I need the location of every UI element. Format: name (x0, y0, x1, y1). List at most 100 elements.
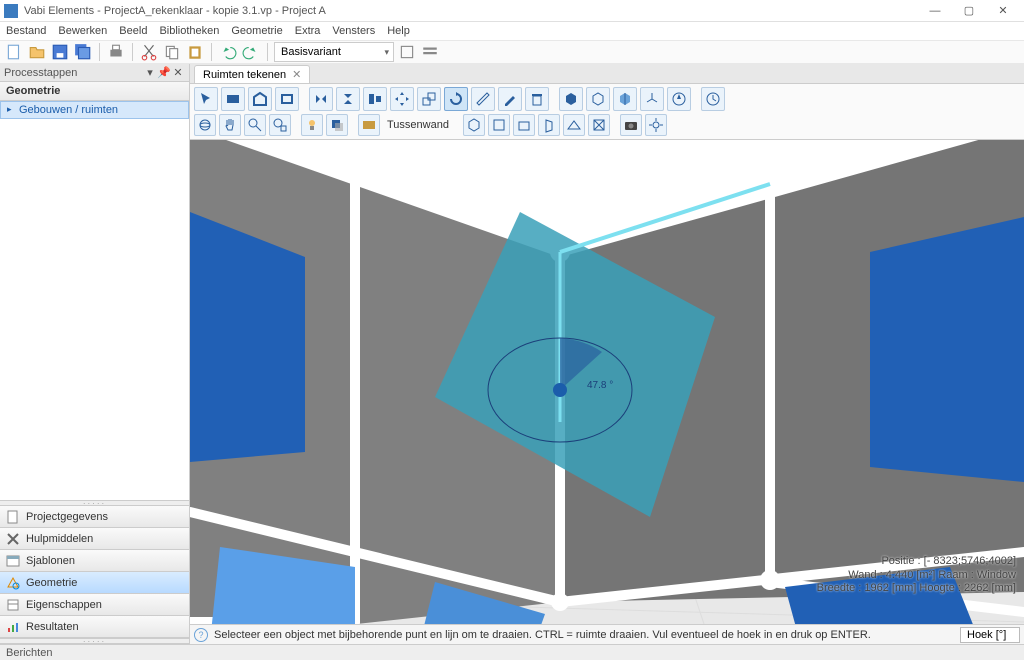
menubar: Bestand Bewerken Beeld Bibliotheken Geom… (0, 22, 1024, 40)
minimize-button[interactable]: ― (918, 0, 952, 22)
wall-tool-icon[interactable] (221, 87, 245, 111)
undo-icon[interactable] (218, 42, 238, 62)
axes-icon[interactable] (640, 87, 664, 111)
orbit-icon[interactable] (194, 114, 216, 136)
cube-wire-icon[interactable] (586, 87, 610, 111)
print-icon[interactable] (106, 42, 126, 62)
nav-resultaten[interactable]: Resultaten (0, 616, 189, 638)
move-icon[interactable] (390, 87, 414, 111)
view-iso-icon[interactable] (463, 114, 485, 136)
bottom-bar: Berichten (0, 644, 1024, 660)
help-icon[interactable]: ? (194, 628, 208, 642)
rotate-icon[interactable] (444, 87, 468, 111)
close-button[interactable]: ✕ (986, 0, 1020, 22)
panel-header: Processtappen ▾ 📌 ✕ (0, 64, 189, 82)
save-icon[interactable] (50, 42, 70, 62)
nav-hulpmiddelen[interactable]: Hulpmiddelen (0, 528, 189, 550)
saveall-icon[interactable] (73, 42, 93, 62)
zoom-icon[interactable] (244, 114, 266, 136)
results-icon (6, 620, 20, 634)
camera-icon[interactable] (620, 114, 642, 136)
viewport-3d[interactable]: 47.8 ° Positie : [- 8323;5746;4002] Wand… (190, 140, 1024, 624)
tab-ruimten-tekenen[interactable]: Ruimten tekenen ✕ (194, 65, 310, 83)
paste-icon[interactable] (185, 42, 205, 62)
viewport-info-overlay: Positie : [- 8323;5746;4002] Wand : 4.44… (817, 555, 1016, 596)
menu-extra[interactable]: Extra (295, 25, 321, 37)
statusbar: ? Selecteer een object met bijbehorende … (190, 624, 1024, 644)
status-message: Selecteer een object met bijbehorende pu… (214, 629, 954, 641)
properties-icon (6, 598, 20, 612)
cube-shade-icon[interactable] (613, 87, 637, 111)
titlebar: Vabi Elements - ProjectA_rekenklaar - ko… (0, 0, 1024, 22)
window-title: Vabi Elements - ProjectA_rekenklaar - ko… (24, 5, 912, 17)
main-toolbar: Basisvariant (0, 40, 1024, 64)
panel-title: Processtappen (4, 67, 77, 79)
tree: Gebouwen / ruimten (0, 101, 189, 500)
document-icon (6, 510, 20, 524)
mirror-v-icon[interactable] (336, 87, 360, 111)
left-sidebar: Processtappen ▾ 📌 ✕ Geometrie Gebouwen /… (0, 64, 190, 644)
nav-eigenschappen[interactable]: Eigenschappen (0, 594, 189, 616)
rect-tool-icon[interactable] (275, 87, 299, 111)
cut-icon[interactable] (139, 42, 159, 62)
zoom-extents-icon[interactable] (269, 114, 291, 136)
maximize-button[interactable]: ▢ (952, 0, 986, 22)
geometry-icon (6, 576, 20, 590)
redo-icon[interactable] (241, 42, 261, 62)
tree-node-gebouwen[interactable]: Gebouwen / ruimten (0, 101, 189, 119)
tabstrip: Ruimten tekenen ✕ (190, 64, 1024, 84)
menu-bewerken[interactable]: Bewerken (58, 25, 107, 37)
cube-solid-icon[interactable] (559, 87, 583, 111)
panel-pin-icon[interactable]: 📌 (157, 66, 171, 79)
menu-vensters[interactable]: Vensters (332, 25, 375, 37)
open-icon[interactable] (27, 42, 47, 62)
tools-icon (6, 532, 20, 546)
section-geometrie: Geometrie (0, 82, 189, 101)
panel-close-icon[interactable]: ✕ (171, 66, 185, 79)
app-icon (4, 4, 18, 18)
light-icon[interactable] (301, 114, 323, 136)
clock-icon[interactable] (701, 87, 725, 111)
tab-label: Ruimten tekenen (203, 69, 286, 81)
compass-icon[interactable] (667, 87, 691, 111)
view-top-icon[interactable] (488, 114, 510, 136)
view-ortho-icon[interactable] (588, 114, 610, 136)
nav-sjablonen[interactable]: Sjablonen (0, 550, 189, 572)
panel-menu-icon[interactable]: ▾ (143, 66, 157, 79)
view-persp-icon[interactable] (563, 114, 585, 136)
menu-help[interactable]: Help (387, 25, 410, 37)
shadow-icon[interactable] (326, 114, 348, 136)
nav-projectgegevens[interactable]: Projectgegevens (0, 506, 189, 528)
bottom-tab-berichten[interactable]: Berichten (6, 647, 52, 659)
copy-icon[interactable] (162, 42, 182, 62)
variant-dropdown[interactable]: Basisvariant (274, 42, 394, 62)
template-icon (6, 554, 20, 568)
menu-geometrie[interactable]: Geometrie (231, 25, 282, 37)
tab-close-icon[interactable]: ✕ (292, 68, 301, 81)
new-icon[interactable] (4, 42, 24, 62)
room-tool-icon[interactable] (248, 87, 272, 111)
wall-type-icon[interactable] (358, 114, 380, 136)
variant-action1-icon[interactable] (397, 42, 417, 62)
variant-action2-icon[interactable] (420, 42, 440, 62)
pan-icon[interactable] (219, 114, 241, 136)
wall-type-label: Tussenwand (383, 119, 453, 131)
nav-geometrie[interactable]: Geometrie (0, 572, 189, 594)
measure-icon[interactable] (471, 87, 495, 111)
delete-icon[interactable] (525, 87, 549, 111)
align-icon[interactable] (363, 87, 387, 111)
angle-input[interactable]: Hoek [°] (960, 627, 1020, 643)
menu-beeld[interactable]: Beeld (119, 25, 147, 37)
variant-value: Basisvariant (281, 46, 341, 58)
drawing-toolbar: Tussenwand (190, 84, 1024, 140)
menu-bibliotheken[interactable]: Bibliotheken (159, 25, 219, 37)
menu-bestand[interactable]: Bestand (6, 25, 46, 37)
angle-readout: 47.8 ° (587, 380, 613, 391)
edit-icon[interactable] (498, 87, 522, 111)
mirror-h-icon[interactable] (309, 87, 333, 111)
view-front-icon[interactable] (513, 114, 535, 136)
settings-icon[interactable] (645, 114, 667, 136)
select-tool-icon[interactable] (194, 87, 218, 111)
view-side-icon[interactable] (538, 114, 560, 136)
scale-icon[interactable] (417, 87, 441, 111)
